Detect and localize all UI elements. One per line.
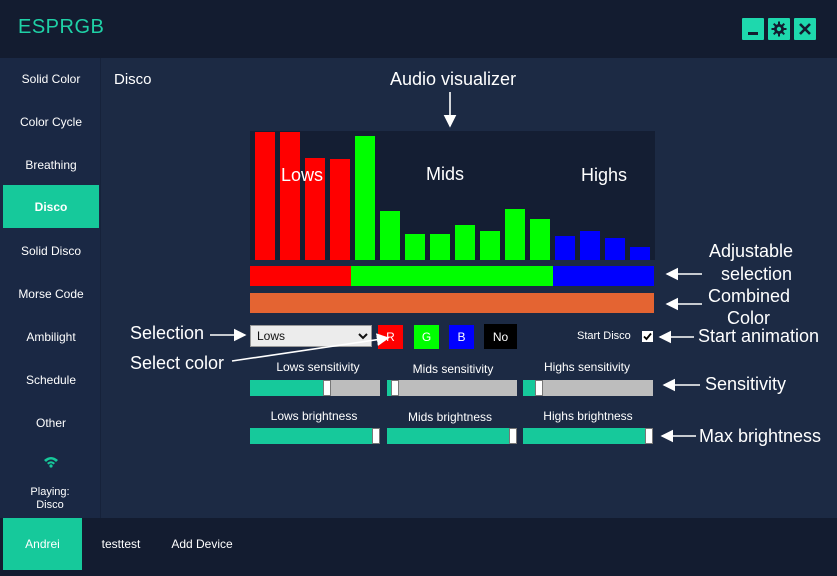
annotation-adjustable-line1: Adjustable <box>709 241 794 261</box>
annotation-max-brightness: Max brightness <box>699 426 822 446</box>
annotation-adjustable-line2: selection <box>721 264 793 284</box>
annotation-audio-visualizer: Audio visualizer <box>390 69 517 89</box>
annotation-start-animation: Start animation <box>698 326 820 346</box>
annotation-sensitivity: Sensitivity <box>705 374 787 394</box>
annotation-selection: Selection <box>130 323 205 343</box>
annotation-select-color: Select color <box>130 353 225 373</box>
annotation-combined-line1: Combined <box>708 286 791 306</box>
arrow-select-color <box>231 333 390 362</box>
